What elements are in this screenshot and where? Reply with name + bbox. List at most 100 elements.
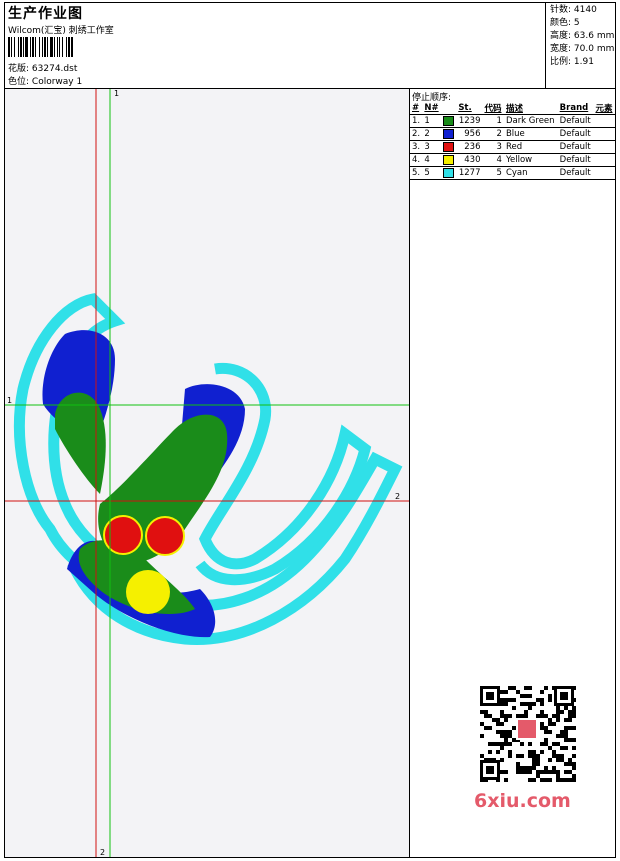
row-element <box>593 140 615 154</box>
qr-module <box>500 690 504 694</box>
qr-module <box>504 778 508 782</box>
row-stitches: 1239 <box>456 114 483 128</box>
qr-module <box>572 714 576 718</box>
qr-center-stamp <box>518 720 536 738</box>
qr-module <box>516 770 520 774</box>
qr-module <box>564 738 568 742</box>
qr-module <box>508 686 512 690</box>
color-swatch <box>443 154 454 165</box>
qr-module <box>540 714 544 718</box>
qr-module <box>548 778 552 782</box>
row-needle: 2 <box>422 127 441 141</box>
qr-module <box>504 702 508 706</box>
design-barcode <box>8 37 120 57</box>
col-code: 代码 <box>484 104 502 114</box>
row-needle: 3 <box>422 140 441 154</box>
row-index: 2. <box>410 127 423 141</box>
qr-module <box>544 742 548 746</box>
company-name: Wilcom(汇宝) 刺绣工作室 <box>8 26 114 36</box>
row-code: 4 <box>482 153 504 167</box>
qr-module <box>560 730 564 734</box>
row-element <box>593 127 615 141</box>
qr-module <box>544 730 548 734</box>
row-swatch-cell <box>441 114 457 128</box>
qr-module <box>504 730 508 734</box>
qr-module <box>512 686 516 690</box>
qr-module <box>536 774 540 778</box>
qr-module <box>564 706 568 710</box>
design-value: 63274.dst <box>31 64 78 74</box>
stat-stitches: 针数: 4140 <box>550 5 597 15</box>
qr-module <box>564 770 568 774</box>
color-swatch <box>443 128 454 139</box>
stat-scale: 比例: 1.91 <box>550 57 594 67</box>
qr-module <box>560 734 564 738</box>
qr-module <box>532 766 536 770</box>
qr-module <box>572 774 576 778</box>
qr-module <box>528 702 532 706</box>
qr-module <box>524 766 528 770</box>
row-stitches: 956 <box>456 127 483 141</box>
table-header-row: # N# St. 代码 描述 Brand 元素 <box>410 102 615 115</box>
qr-module <box>556 706 560 710</box>
qr-module <box>556 714 560 718</box>
qr-module <box>564 726 568 730</box>
qr-module <box>504 690 508 694</box>
qr-module <box>500 714 504 718</box>
qr-module <box>568 770 572 774</box>
qr-module <box>516 714 520 718</box>
qr-module <box>536 758 540 762</box>
qr-module <box>496 722 500 726</box>
row-brand: Default <box>557 153 594 167</box>
row-index: 3. <box>410 140 423 154</box>
qr-module <box>504 770 508 774</box>
qr-module <box>504 742 508 746</box>
qr-module <box>568 718 572 722</box>
qr-module <box>544 738 548 742</box>
canvas-divider <box>409 88 410 858</box>
qr-module <box>564 730 568 734</box>
qr-module <box>544 686 548 690</box>
qr-module <box>480 734 484 738</box>
row-needle: 1 <box>422 114 441 128</box>
qr-module <box>508 714 512 718</box>
qr-module <box>556 734 560 738</box>
qr-module <box>480 710 484 714</box>
qr-module <box>540 702 544 706</box>
qr-module <box>564 778 568 782</box>
qr-module <box>520 702 524 706</box>
qr-module <box>532 702 536 706</box>
qr-module <box>484 710 488 714</box>
qr-module <box>572 710 576 714</box>
qr-module <box>568 714 572 718</box>
qr-module <box>552 750 556 754</box>
qr-module <box>556 742 560 746</box>
row-stitches: 1277 <box>456 166 483 180</box>
qr-module <box>556 718 560 722</box>
row-description: Red <box>503 140 558 154</box>
qr-module <box>488 714 492 718</box>
qr-module <box>560 754 564 758</box>
qr-module <box>548 698 552 702</box>
qr-module <box>548 746 552 750</box>
green-axis-label-top: 1 <box>114 89 120 98</box>
qr-module <box>572 738 576 742</box>
qr-module <box>520 742 524 746</box>
colorway-label: 色位: <box>8 77 30 87</box>
qr-module <box>568 738 572 742</box>
row-description: Yellow <box>503 153 558 167</box>
row-element <box>593 153 615 167</box>
yellow-circle <box>126 570 170 614</box>
qr-module <box>540 778 544 782</box>
qr-module <box>520 714 524 718</box>
qr-module <box>548 730 552 734</box>
qr-module <box>480 722 484 726</box>
qr-module <box>492 718 496 722</box>
qr-module <box>564 762 568 766</box>
red-axis-label-right: 2 <box>395 492 401 501</box>
qr-module <box>564 734 568 738</box>
table-row: 1. 1 1239 1 Dark Green Default <box>410 114 615 128</box>
qr-finder <box>486 766 494 774</box>
col-hash: # <box>412 103 420 113</box>
table-row: 3. 3 236 3 Red Default <box>410 140 615 154</box>
